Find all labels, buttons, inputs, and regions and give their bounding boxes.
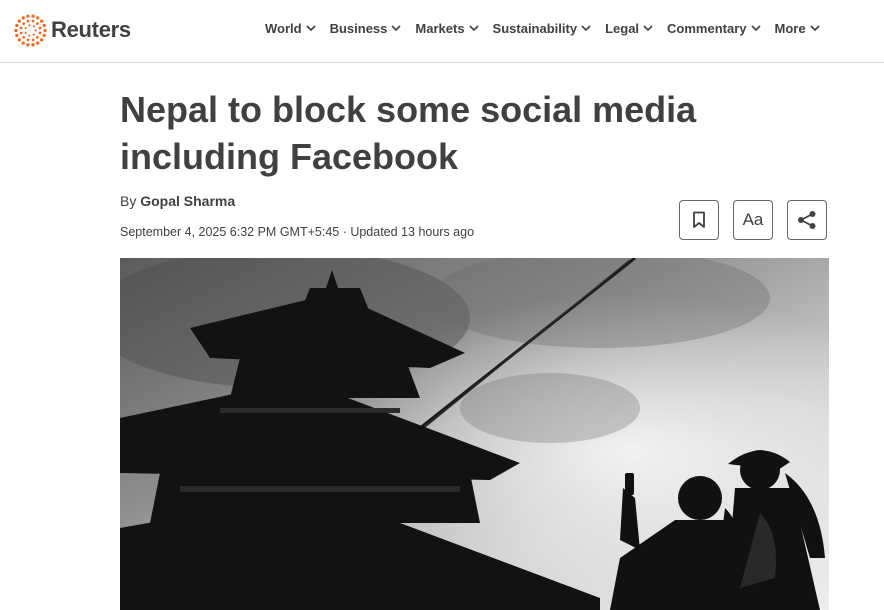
logo-dot	[21, 40, 25, 45]
logo-dot	[38, 31, 42, 34]
article-dateline: September 4, 2025 6:32 PM GMT+5:45 · Upd…	[120, 225, 475, 239]
chevron-down-icon	[643, 25, 653, 32]
logo-dot	[31, 42, 35, 46]
chevron-down-icon	[391, 25, 401, 32]
reuters-logo[interactable]: Reuters	[14, 13, 131, 47]
logo-dot	[26, 42, 30, 46]
share-button[interactable]	[787, 200, 827, 240]
logo-dot	[35, 21, 39, 25]
logo-dot	[31, 19, 35, 22]
logo-dot	[15, 33, 19, 37]
share-icon	[798, 211, 816, 229]
lead-photo-image	[120, 258, 829, 610]
logo-dot	[36, 35, 39, 39]
logo-dot	[32, 24, 35, 27]
nav-item-label: Commentary	[667, 21, 747, 36]
nav-item-business[interactable]: Business	[330, 21, 402, 36]
main-nav: World Business Markets Sustainability Le…	[265, 21, 834, 36]
logo-dot	[17, 37, 21, 42]
logo-dot	[43, 28, 47, 32]
author-link[interactable]: Gopal Sharma	[140, 193, 235, 209]
logo-dot	[40, 37, 44, 42]
text-size-label: Aa	[742, 210, 764, 229]
logo-dot	[42, 33, 46, 37]
nav-item-more[interactable]: More	[775, 21, 820, 36]
logo-dot	[42, 23, 46, 27]
text-size-button[interactable]: Aa	[733, 200, 773, 240]
nav-item-label: Business	[329, 21, 388, 36]
byline: By Gopal Sharma	[120, 193, 235, 209]
logo-dot	[17, 18, 21, 23]
logo-dot	[24, 26, 27, 29]
nav-item-label: World	[265, 21, 302, 36]
nav-item-commentary[interactable]: Commentary	[667, 21, 761, 36]
nav-item-label: Sustainability	[492, 21, 578, 36]
logo-dot	[22, 35, 26, 39]
nav-item-label: Legal	[605, 21, 640, 36]
logo-dot	[19, 31, 23, 34]
logo-dot	[32, 33, 35, 36]
logo-dot	[36, 40, 40, 45]
reuters-dot-ring-icon	[14, 14, 47, 46]
nav-item-label: More	[774, 21, 806, 36]
chevron-down-icon	[306, 25, 316, 32]
chevron-down-icon	[468, 25, 479, 32]
nav-item-world[interactable]: World	[265, 21, 316, 36]
logo-dot	[31, 38, 35, 41]
logo-dot	[26, 14, 30, 18]
logo-dot	[34, 28, 37, 32]
logo-dot	[22, 21, 25, 25]
logo-dot	[40, 18, 44, 23]
nav-item-sustainability[interactable]: Sustainability	[493, 21, 592, 36]
bookmark-button[interactable]	[679, 200, 719, 240]
article-title: Nepal to block some social media includi…	[120, 89, 697, 177]
logo-dot	[36, 15, 40, 20]
chevron-down-icon	[581, 25, 591, 32]
byline-prefix: By	[120, 193, 137, 209]
chevron-down-icon	[750, 25, 761, 32]
logo-dot	[26, 38, 30, 41]
site-header: Reuters World Business Markets Sustainab…	[0, 0, 884, 63]
logo-dot	[28, 34, 31, 37]
logo-dot	[14, 28, 18, 32]
logo-dot	[26, 19, 30, 22]
chevron-down-icon	[810, 25, 820, 32]
logo-dot	[31, 14, 35, 18]
logo-dot	[38, 26, 42, 29]
brand-name: Reuters	[51, 17, 131, 42]
logo-dot	[19, 26, 23, 29]
article-tools: Aa	[679, 200, 827, 240]
nav-item-label: Markets	[415, 21, 465, 36]
logo-dot	[28, 23, 31, 26]
logo-dot	[21, 15, 25, 20]
logo-dot	[15, 23, 19, 27]
nav-item-markets[interactable]: Markets	[415, 21, 479, 36]
logo-dot	[24, 31, 27, 34]
nav-item-legal[interactable]: Legal	[605, 21, 653, 36]
lead-photo[interactable]	[120, 258, 829, 610]
bookmark-icon	[693, 211, 705, 228]
